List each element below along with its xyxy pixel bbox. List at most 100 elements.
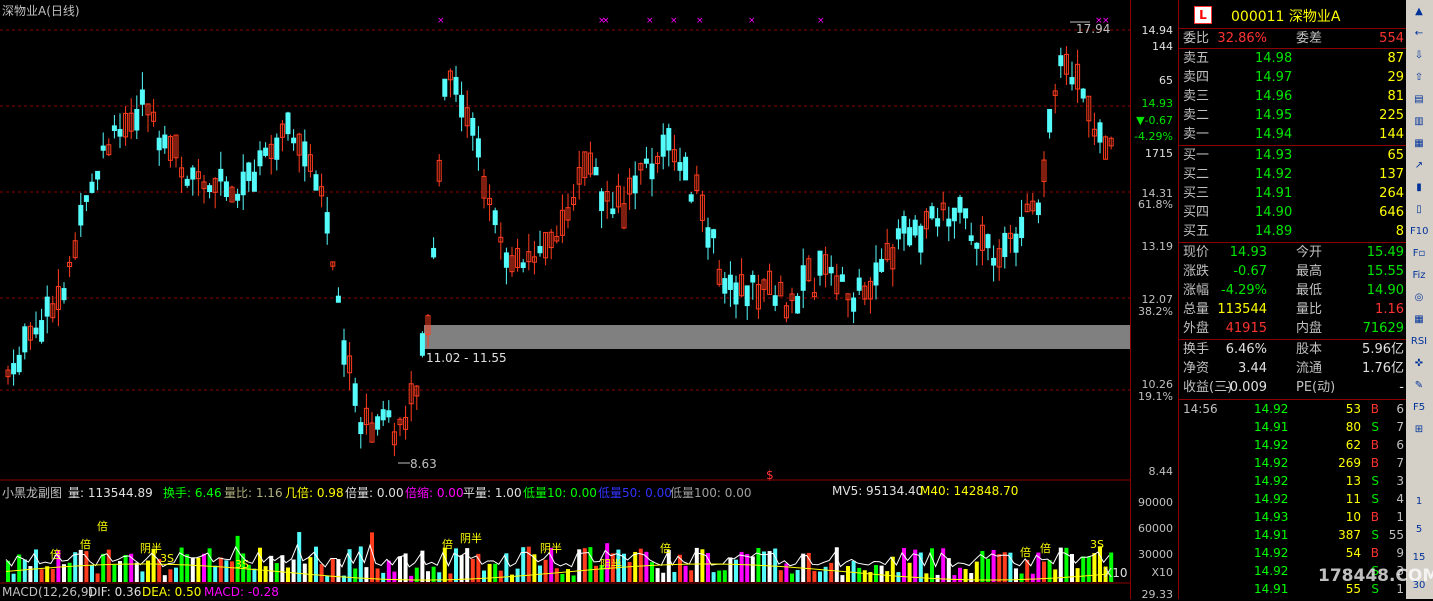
macd-dif: DIF: 0.36 [88,585,142,599]
tick-row[interactable]: 14:56 14.92 53 B 6 [1179,400,1407,418]
tick-row[interactable]: 14.92 54 B 9 [1179,544,1407,562]
bar-icon[interactable]: ▯ [1410,202,1428,218]
left-arrow-icon[interactable]: ← [1410,26,1428,42]
bid-price: 14.90 [1255,205,1293,220]
candle-body [95,170,101,180]
volume-bar [45,566,50,582]
trend-icon[interactable]: ↗ [1410,158,1428,174]
candle-body [632,175,638,194]
candle-icon[interactable]: ▮ [1410,180,1428,196]
tick-row[interactable]: 14.91 387 S 55 [1179,526,1407,544]
candle-body [985,234,991,249]
fiz-icon[interactable]: Fiz [1410,268,1428,284]
tick-row[interactable]: 14.92 62 B 6 [1179,436,1407,454]
candle-body [386,410,392,418]
candle-body [184,178,190,186]
kline-chart-area[interactable]: × × × × × × × × × × 倍倍倍倍倍倍阴半 阴半 阴半 阴半 3S 3S 3S 倍 深物业A(日线… [0,0,1130,599]
signal-x-mark: × [696,16,704,26]
pen-icon[interactable]: ✎ [1410,378,1428,394]
candle-body [907,227,913,246]
down-icon[interactable]: ⇩ [1410,48,1428,64]
low-price-label: 8.63 [410,457,437,471]
tick-count: 6 [1396,438,1404,452]
fin-label: 股本 [1296,342,1323,357]
weicha-value: 554 [1379,31,1404,46]
circle-icon[interactable]: ◎ [1410,290,1428,306]
candle-body [263,147,269,156]
volume-bar [515,568,520,582]
f-icon[interactable]: F▫ [1410,246,1428,262]
volume-bar [969,573,974,582]
candle-body [666,128,672,151]
candle-body [453,76,459,95]
tick-count: 7 [1396,456,1404,470]
axis-label: 19.1% [1138,390,1173,403]
kline-svg[interactable]: × ×× × × × × × × × 倍倍倍倍倍倍阴半阴半阴半阴半3S 3S3S倍 [0,0,1130,599]
candle-body [358,422,364,435]
volume-bar [482,570,486,582]
tick-side: B [1370,456,1379,470]
list-icon[interactable]: ▦ [1410,136,1428,152]
price-axis: 14.94 144 65 14.93 ▼-0.67 -4.29% 1715 14… [1130,0,1179,601]
candle-body [974,242,980,249]
volume-bar [885,571,890,582]
candle-body [11,363,17,375]
grid-icon[interactable]: ▤ [1410,92,1428,108]
tick-row[interactable]: 14.92 11 S 4 [1179,490,1407,508]
weibi-label: 委比 [1183,31,1210,46]
axis-label: 65 [1159,74,1173,87]
signal-x-mark: × [670,16,678,26]
volume-signal-label: 倍 [1020,545,1031,559]
volume-bar [526,546,531,582]
volume-bar [560,573,565,582]
bid-label: 买五 [1183,224,1210,239]
volume-signal-label: 倍 [660,541,671,555]
rsi-icon[interactable]: RSI [1410,334,1428,350]
window-icon[interactable]: ⊞ [1410,422,1428,438]
candle-body [705,227,711,248]
period-5[interactable]: 5 [1410,522,1428,538]
candle-body [599,191,605,212]
tick-row[interactable]: 14.92 13 S 3 [1179,472,1407,490]
volume-bar [258,547,262,582]
stat-value: 41915 [1225,321,1267,336]
period-1[interactable]: 1 [1410,494,1428,510]
table-icon[interactable]: ▥ [1410,114,1428,130]
candle-body [610,208,616,215]
tick-volume: 269 [1338,456,1361,470]
macd-dea: DEA: 0.50 [142,585,202,599]
candle-body [218,168,224,182]
candle-body [257,150,263,167]
up-arrow-icon[interactable]: ▲ [1410,4,1428,20]
candle-body [537,246,543,254]
quote-panel: L 000011 深物业A 委比 32.86% 委差 554 卖五 14.98 … [1178,0,1408,599]
volume-bar [202,553,206,582]
f5-icon[interactable]: F5 [1410,400,1428,416]
grid2-icon[interactable]: ▦ [1410,312,1428,328]
tick-row[interactable]: 14.92 269 B 7 [1179,454,1407,472]
stat-label: 涨幅 [1183,283,1210,298]
volume-bar [218,557,223,582]
tick-row[interactable]: 14.91 80 S 7 [1179,418,1407,436]
stat-label: 总量 [1183,302,1210,317]
f10-icon[interactable]: F10 [1410,224,1428,240]
tick-row[interactable]: 14.93 10 B 1 [1179,508,1407,526]
tick-price: 14.92 [1254,492,1289,506]
candle-body [991,257,997,266]
volume-bar [823,566,828,582]
volume-bar [1098,546,1102,582]
up-icon[interactable]: ⇧ [1410,70,1428,86]
tick-price: 14.92 [1254,456,1289,470]
volume-bar [487,563,492,582]
volume-bar [353,568,358,582]
volume-bar [123,554,128,582]
volume-bar [213,565,218,582]
candle-body [341,340,347,365]
move-icon[interactable]: ✜ [1410,356,1428,372]
volume-bar [364,567,369,582]
volume-bar [134,562,139,582]
stat-label: 内盘 [1296,321,1323,336]
period-15[interactable]: 15 [1410,550,1428,566]
volume-bar [28,566,33,582]
candle-body [895,228,901,240]
